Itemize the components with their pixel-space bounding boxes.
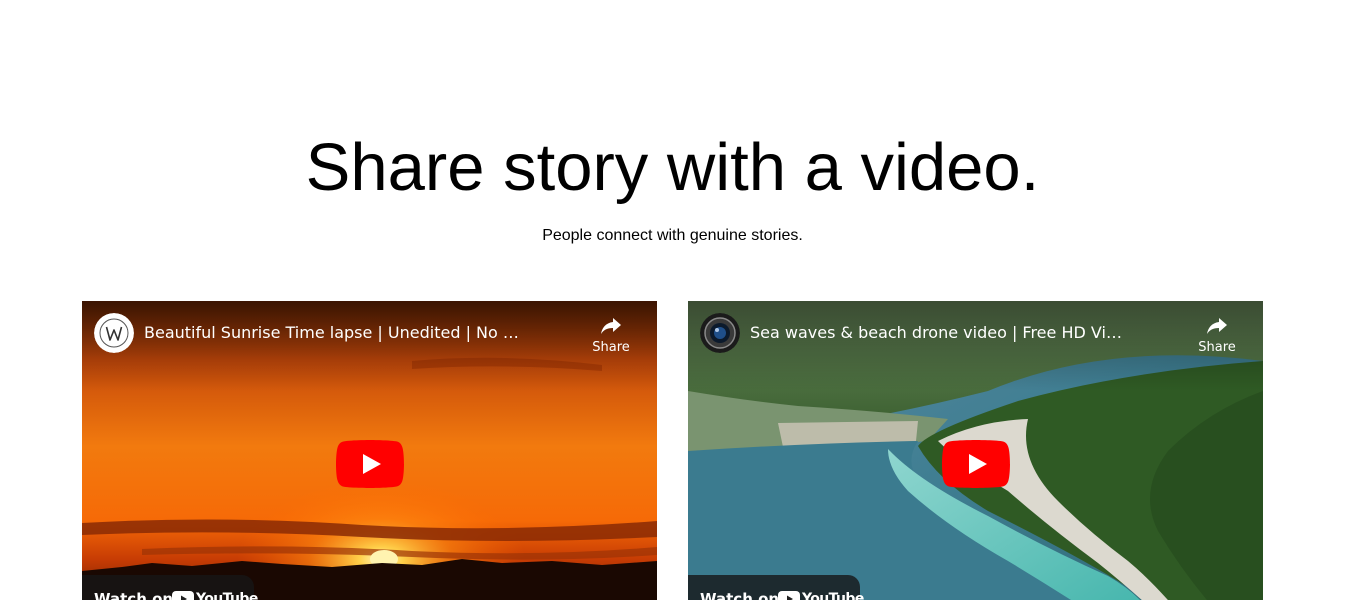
- watch-on-label: Watch on: [700, 590, 780, 600]
- youtube-play-icon: [172, 591, 194, 600]
- share-button[interactable]: Share: [1193, 313, 1241, 363]
- youtube-play-icon: [778, 591, 800, 600]
- share-arrow-icon: [1207, 318, 1227, 334]
- video-embed-sunrise[interactable]: Beautiful Sunrise Time lapse | Unedited …: [82, 301, 657, 600]
- watch-on-label: Watch on: [94, 590, 174, 600]
- youtube-logo: YouTube: [778, 589, 864, 600]
- youtube-wordmark: YouTube: [802, 591, 864, 600]
- share-label: Share: [592, 340, 630, 355]
- video-title[interactable]: Beautiful Sunrise Time lapse | Unedited …: [144, 323, 522, 343]
- video-embed-beach[interactable]: Sea waves & beach drone video | Free HD …: [688, 301, 1263, 600]
- share-button[interactable]: Share: [587, 313, 635, 363]
- watch-on-youtube-button[interactable]: Watch on YouTube: [688, 575, 864, 600]
- section-subheading: People connect with genuine stories.: [542, 227, 803, 244]
- share-arrow-icon: [601, 318, 621, 334]
- play-button-icon[interactable]: [336, 440, 404, 488]
- section-heading: Share story with a video.: [305, 130, 1040, 205]
- youtube-wordmark: YouTube: [196, 591, 258, 600]
- youtube-logo: YouTube: [172, 589, 258, 600]
- title-overlay: [82, 301, 657, 391]
- play-button-icon[interactable]: [942, 440, 1010, 488]
- channel-avatar[interactable]: [700, 313, 740, 353]
- channel-w-icon: [94, 313, 134, 353]
- camera-lens-icon: [700, 313, 740, 353]
- share-label: Share: [1198, 340, 1236, 355]
- channel-avatar[interactable]: [94, 313, 134, 353]
- watch-on-youtube-button[interactable]: Watch on YouTube: [82, 575, 258, 600]
- title-overlay: [688, 301, 1263, 391]
- video-title[interactable]: Sea waves & beach drone video | Free HD …: [750, 323, 1128, 343]
